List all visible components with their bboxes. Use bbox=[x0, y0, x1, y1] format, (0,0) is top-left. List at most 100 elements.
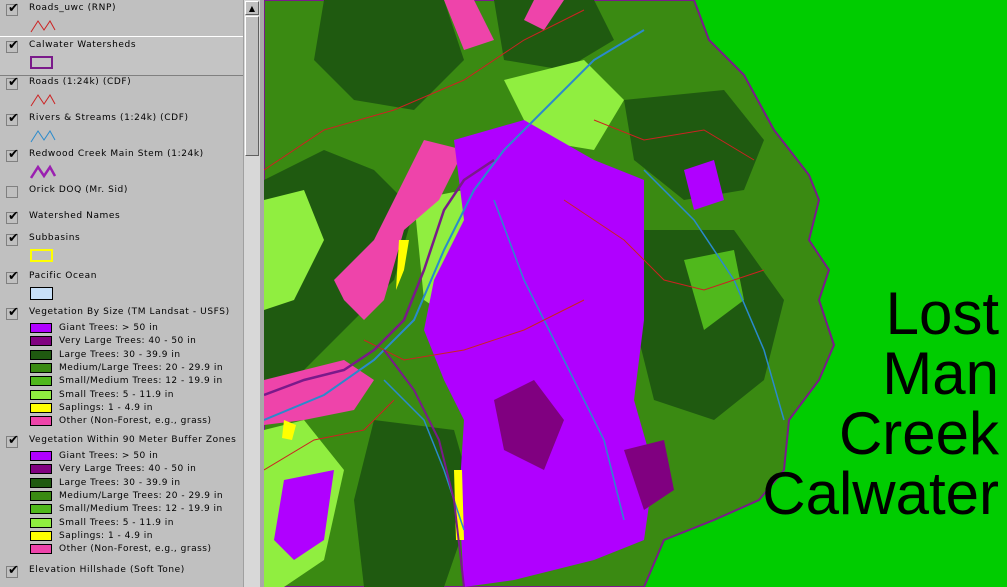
legend-class-label: Very Large Trees: 40 - 50 in bbox=[59, 336, 197, 347]
legend-swatch bbox=[30, 336, 52, 347]
toc-layer[interactable]: ✔ Roads_uwc (RNP) bbox=[0, 0, 243, 36]
checkmark-icon: ✔ bbox=[8, 38, 19, 53]
legend-class-label: Medium/Large Trees: 20 - 29.9 in bbox=[59, 362, 224, 373]
layer-name: Vegetation By Size (TM Landsat - USFS) bbox=[29, 307, 230, 317]
legend-class-row: Small Trees: 5 - 11.9 in bbox=[30, 517, 243, 529]
legend-class-row: Other (Non-Forest, e.g., grass) bbox=[30, 543, 243, 555]
legend-swatch bbox=[30, 389, 52, 400]
layer-name: Orick DOQ (Mr. Sid) bbox=[29, 185, 128, 195]
toc-layer[interactable]: ✔ Rivers & Streams (1:24k) (CDF) bbox=[0, 110, 243, 146]
layer-name: Vegetation Within 90 Meter Buffer Zones bbox=[29, 435, 237, 445]
checkmark-icon: ✔ bbox=[8, 209, 19, 224]
layer-visibility-checkbox[interactable] bbox=[6, 186, 18, 198]
layer-visibility-checkbox[interactable]: ✔ bbox=[6, 270, 19, 284]
layer-name: Redwood Creek Main Stem (1:24k) bbox=[29, 149, 204, 159]
legend-swatch bbox=[30, 451, 52, 461]
lightblue-fill-symbol-icon bbox=[30, 286, 56, 305]
legend-swatch bbox=[30, 464, 52, 475]
layer-name: Elevation Hillshade (Soft Tone) bbox=[29, 565, 185, 575]
title-line-4: Calwater bbox=[762, 460, 999, 527]
layer-visibility-checkbox[interactable]: ✔ bbox=[6, 111, 19, 126]
legend-swatch bbox=[30, 544, 52, 555]
layer-visibility-checkbox[interactable]: ✔ bbox=[6, 231, 19, 246]
legend-class-row: Medium/Large Trees: 20 - 29.9 in bbox=[30, 362, 243, 374]
toc-layer[interactable]: ✔ Pacific Ocean bbox=[0, 268, 243, 304]
toc-layer[interactable]: ✔ Roads (1:24k) (CDF) bbox=[0, 74, 243, 110]
scroll-up-arrow-icon[interactable]: ▲ bbox=[245, 1, 259, 15]
legend-swatch bbox=[30, 376, 52, 387]
layer-name: Roads_uwc (RNP) bbox=[29, 3, 117, 13]
toc-layer[interactable]: ✔ Watershed Names bbox=[0, 208, 243, 230]
legend-swatch bbox=[30, 517, 52, 528]
layer-visibility-checkbox[interactable]: ✔ bbox=[6, 434, 19, 448]
layer-name: Roads (1:24k) (CDF) bbox=[29, 77, 132, 87]
legend-swatch bbox=[30, 504, 52, 515]
layer-visibility-checkbox[interactable]: ✔ bbox=[6, 1, 19, 16]
checkmark-icon: ✔ bbox=[8, 1, 19, 16]
legend-class-label: Saplings: 1 - 4.9 in bbox=[59, 402, 154, 413]
legend-class-label: Large Trees: 30 - 39.9 in bbox=[59, 477, 181, 488]
red-line-symbol-icon bbox=[30, 18, 56, 38]
layer-name: Watershed Names bbox=[29, 211, 121, 221]
legend-class-row: Giant Trees: > 50 in bbox=[30, 450, 243, 462]
legend-swatch bbox=[30, 402, 52, 413]
legend-class-label: Giant Trees: > 50 in bbox=[59, 451, 159, 461]
legend-swatch bbox=[30, 349, 52, 360]
map-title: Lost Man Creek Calwater bbox=[699, 284, 999, 524]
toc-layer[interactable]: ✔ Vegetation By Size (TM Landsat - USFS) G… bbox=[0, 304, 243, 432]
legend-class-label: Small/Medium Trees: 12 - 19.9 in bbox=[59, 504, 223, 515]
legend-class-row: Giant Trees: > 50 in bbox=[30, 322, 243, 334]
legend-class-label: Medium/Large Trees: 20 - 29.9 in bbox=[59, 490, 224, 501]
layer-visibility-checkbox[interactable]: ✔ bbox=[6, 147, 19, 162]
legend-swatch bbox=[30, 490, 52, 501]
layer-name: Subbasins bbox=[29, 233, 81, 243]
legend-class-label: Other (Non-Forest, e.g., grass) bbox=[59, 416, 212, 427]
map-view[interactable]: Lost Man Creek Calwater bbox=[264, 0, 1007, 587]
legend-class-row: Other (Non-Forest, e.g., grass) bbox=[30, 415, 243, 427]
toc-layer[interactable]: Orick DOQ (Mr. Sid) bbox=[0, 182, 243, 208]
legend-swatch bbox=[30, 477, 52, 488]
layer-name: Rivers & Streams (1:24k) (CDF) bbox=[29, 113, 189, 123]
legend-class-label: Giant Trees: > 50 in bbox=[59, 323, 159, 333]
legend-class-row: Saplings: 1 - 4.9 in bbox=[30, 530, 243, 542]
legend-class-row: Very Large Trees: 40 - 50 in bbox=[30, 335, 243, 347]
legend-swatch bbox=[30, 323, 52, 333]
layer-visibility-checkbox[interactable]: ✔ bbox=[6, 564, 19, 578]
checkmark-icon: ✔ bbox=[8, 305, 19, 320]
toc-layer[interactable]: ✔ Elevation Hillshade (Soft Tone) bbox=[0, 562, 243, 587]
scrollbar-thumb[interactable] bbox=[245, 16, 259, 156]
legend-class-row: Very Large Trees: 40 - 50 in bbox=[30, 463, 243, 475]
legend-class-label: Small/Medium Trees: 12 - 19.9 in bbox=[59, 376, 223, 387]
legend-class-label: Other (Non-Forest, e.g., grass) bbox=[59, 544, 212, 555]
yellow-box-symbol-icon bbox=[30, 248, 56, 267]
legend-class-label: Large Trees: 30 - 39.9 in bbox=[59, 349, 181, 360]
legend-class-label: Small Trees: 5 - 11.9 in bbox=[59, 389, 174, 400]
toc-scrollbar[interactable]: ▲ bbox=[243, 0, 260, 587]
title-line-1: Lost bbox=[885, 280, 999, 347]
checkmark-icon: ✔ bbox=[8, 231, 19, 246]
legend-class-label: Small Trees: 5 - 11.9 in bbox=[59, 517, 174, 528]
magenta-line-symbol-icon bbox=[29, 164, 57, 184]
legend-swatch bbox=[30, 362, 52, 373]
title-line-3: Creek bbox=[838, 400, 999, 467]
toc-layer[interactable]: ✔ Calwater Watersheds bbox=[0, 36, 243, 76]
toc-layer[interactable]: ✔ Redwood Creek Main Stem (1:24k) bbox=[0, 146, 243, 182]
legend-class-row: Saplings: 1 - 4.9 in bbox=[30, 402, 243, 414]
layer-visibility-checkbox[interactable]: ✔ bbox=[6, 75, 19, 90]
title-line-2: Man bbox=[882, 340, 999, 407]
layer-visibility-checkbox[interactable]: ✔ bbox=[6, 305, 19, 320]
layer-name: Calwater Watersheds bbox=[29, 40, 137, 50]
checkmark-icon: ✔ bbox=[8, 147, 19, 162]
table-of-contents: ✔ Roads_uwc (RNP) ✔ Calwater Watersheds ✔ Roa… bbox=[0, 0, 243, 587]
legend-class-row: Large Trees: 30 - 39.9 in bbox=[30, 477, 243, 489]
layer-visibility-checkbox[interactable]: ✔ bbox=[6, 38, 19, 53]
toc-layer[interactable]: ✔ Vegetation Within 90 Meter Buffer Zones… bbox=[0, 432, 243, 562]
layer-name: Pacific Ocean bbox=[29, 271, 98, 281]
layer-visibility-checkbox[interactable]: ✔ bbox=[6, 209, 19, 224]
toc-layer[interactable]: ✔ Subbasins bbox=[0, 230, 243, 268]
checkmark-icon: ✔ bbox=[8, 111, 19, 126]
legend-class-row: Large Trees: 30 - 39.9 in bbox=[30, 349, 243, 361]
blue-line-symbol-icon bbox=[30, 128, 56, 148]
checkmark-icon: ✔ bbox=[8, 75, 19, 90]
red-line-symbol-icon bbox=[30, 92, 56, 112]
